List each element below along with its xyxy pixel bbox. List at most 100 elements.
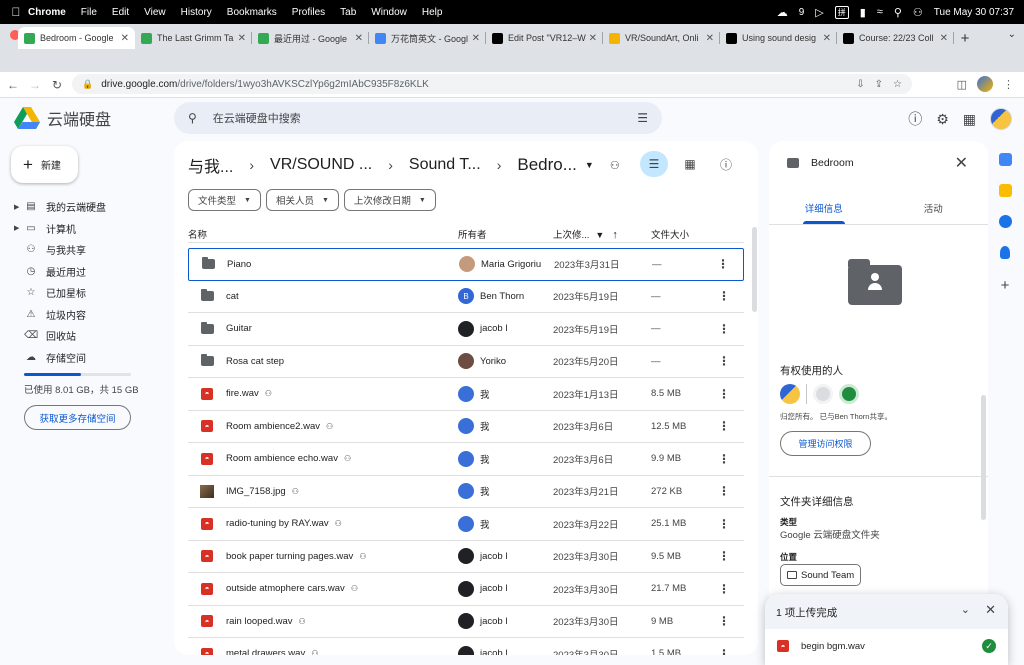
table-row[interactable]: cat B Ben Thorn 2023年5月19日 — ⋮ <box>188 281 744 313</box>
forward-icon[interactable]: → <box>26 78 44 92</box>
close-tab-icon[interactable]: ✕ <box>472 33 480 44</box>
table-row[interactable]: Guitar jacob l 2023年5月19日 — ⋮ <box>188 313 744 346</box>
account-avatar[interactable] <box>990 108 1012 130</box>
sidebar-item[interactable]: ⚠ 垃圾内容 <box>14 304 164 326</box>
menu-edit[interactable]: Edit <box>112 7 129 18</box>
search-bar[interactable]: ⚲ 在云端硬盘中搜索 ☰ <box>174 102 662 134</box>
browser-tab[interactable]: Using sound desig ✕ <box>720 27 837 49</box>
more-actions-icon[interactable]: ⋮ <box>718 647 730 655</box>
tab-activity[interactable]: 活动 <box>879 197 989 224</box>
keep-icon[interactable] <box>998 184 1012 197</box>
owner-avatar[interactable] <box>458 548 474 565</box>
more-actions-icon[interactable]: ⋮ <box>718 387 730 401</box>
cloud-icon[interactable]: ☁ <box>777 6 788 19</box>
owner-avatar[interactable] <box>458 320 474 337</box>
owner-avatar[interactable] <box>458 418 474 435</box>
menu-history[interactable]: History <box>181 7 212 18</box>
globe-icon[interactable] <box>839 384 859 404</box>
get-more-storage-button[interactable]: 获取更多存储空间 <box>24 405 131 430</box>
close-tab-icon[interactable]: ✕ <box>940 33 948 44</box>
apple-icon[interactable]:  <box>4 5 28 19</box>
breadcrumb-item[interactable]: Sound T... <box>409 156 481 174</box>
menu-tab[interactable]: Tab <box>340 7 356 18</box>
expand-arrow-icon[interactable]: ▶ <box>14 224 24 232</box>
browser-tab[interactable]: Edit Post "VR12–W ✕ <box>486 27 603 49</box>
more-actions-icon[interactable]: ⋮ <box>718 549 730 563</box>
share-icon[interactable]: ⇪ <box>875 79 883 90</box>
close-tab-icon[interactable]: ✕ <box>589 33 597 44</box>
more-actions-icon[interactable]: ⋮ <box>718 614 730 628</box>
calendar-icon[interactable] <box>998 153 1012 166</box>
more-actions-icon[interactable]: ⋮ <box>718 582 730 596</box>
table-row[interactable]: ◓ rain looped.wav ⚇ jacob l 2023年3月30日 9 MB ⋮ <box>188 606 744 638</box>
apps-grid-icon[interactable]: ▦ <box>963 111 976 128</box>
filter-people[interactable]: 相关人员 ▼ <box>265 189 339 211</box>
expand-arrow-icon[interactable]: ▶ <box>14 203 24 211</box>
sidebar-item[interactable]: ☁ 存储空间 <box>14 347 164 369</box>
sort-direction-icon[interactable]: ↑ <box>612 229 618 241</box>
filter-icon[interactable]: ☰ <box>640 151 668 177</box>
owner-avatar[interactable] <box>458 613 474 630</box>
owner-avatar[interactable] <box>458 385 474 402</box>
bookmark-star-icon[interactable]: ☆ <box>893 79 902 90</box>
manage-access-button[interactable]: 管理访问权限 <box>780 431 871 456</box>
sidebar-item[interactable]: ◷ 最近用过 <box>14 261 164 283</box>
column-size[interactable]: 文件大小 <box>651 227 721 241</box>
table-row[interactable]: ◓ fire.wav ⚇ 我 2023年1月13日 8.5 MB ⋮ <box>188 378 744 411</box>
sidebar-item[interactable]: ⚇ 与我共享 <box>14 239 164 261</box>
new-tab-button[interactable]: + <box>954 27 976 49</box>
table-row[interactable]: Piano Maria Grigoriu 2023年3月31日 — ⋮ <box>188 248 744 281</box>
more-actions-icon[interactable]: ⋮ <box>718 289 730 303</box>
notification-count[interactable]: 9 <box>799 7 805 18</box>
help-icon[interactable]: ⓘ <box>908 109 922 129</box>
new-button[interactable]: + 新建 <box>11 146 78 183</box>
play-icon[interactable]: ▷ <box>815 6 823 19</box>
owner-avatar[interactable] <box>780 384 800 404</box>
upload-item[interactable]: ◓ begin bgm.wav <box>777 640 865 652</box>
close-tab-icon[interactable]: ✕ <box>706 33 714 44</box>
close-tab-icon[interactable]: ✕ <box>823 33 831 44</box>
chrome-menu-icon[interactable]: ⋮ <box>1003 78 1014 91</box>
user-avatar-icon[interactable] <box>813 384 833 404</box>
sidebar-item[interactable]: ☆ 已加星标 <box>14 282 164 304</box>
browser-tab[interactable]: 万花筒英文 - Googl ✕ <box>369 27 486 49</box>
drive-logo[interactable]: 云端硬盘 <box>14 106 111 130</box>
datetime[interactable]: Tue May 30 07:37 <box>934 7 1014 18</box>
dropdown-arrow-icon[interactable]: ▼ <box>585 160 594 170</box>
breadcrumb-item[interactable]: VR/SOUND ... <box>270 156 372 174</box>
battery-icon[interactable]: ▮ <box>860 6 866 19</box>
browser-tab[interactable]: VR/SoundArt, Onli ✕ <box>603 27 720 49</box>
side-panel-icon[interactable]: ◫ <box>957 78 967 91</box>
tab-details[interactable]: 详细信息 <box>769 197 879 224</box>
lock-icon[interactable]: 🔒 <box>82 79 93 90</box>
table-row[interactable]: IMG_7158.jpg ⚇ 我 2023年3月21日 272 KB ⋮ <box>188 476 744 508</box>
column-modified[interactable]: 上次修... ▼ ↑ <box>553 227 651 241</box>
location-chip[interactable]: Sound Team <box>780 564 862 586</box>
info-icon[interactable]: ⓘ <box>712 151 740 177</box>
browser-tab[interactable]: Bedroom - Google ✕ <box>18 27 135 49</box>
menu-bookmarks[interactable]: Bookmarks <box>227 7 277 18</box>
column-owner[interactable]: 所有者 <box>458 227 553 241</box>
reload-icon[interactable]: ↻ <box>48 78 66 92</box>
control-center-icon[interactable]: ⚇ <box>913 6 923 19</box>
shared-people-icon[interactable]: ⚇ <box>610 159 620 172</box>
close-tab-icon[interactable]: ✕ <box>355 33 363 44</box>
table-row[interactable]: ◓ outside atmophere cars.wav ⚇ jacob l 2023年… <box>188 573 744 606</box>
search-icon[interactable]: ⚲ <box>894 6 902 19</box>
filter-file-type[interactable]: 文件类型 ▼ <box>188 189 261 211</box>
address-bar[interactable]: 🔒 drive.google.com/drive/folders/1wyo3hA… <box>72 74 912 94</box>
menu-view[interactable]: View <box>144 7 166 18</box>
table-row[interactable]: ◓ Room ambience2.wav ⚇ 我 2023年3月6日 12.5 MB ⋮ <box>188 411 744 443</box>
browser-tab[interactable]: Course: 22/23 Coll ✕ <box>837 27 954 49</box>
table-row[interactable]: ◓ radio-tuning by RAY.wav ⚇ 我 2023年3月22日 25.1… <box>188 508 744 541</box>
owner-avatar[interactable] <box>458 515 474 532</box>
sidebar-item[interactable]: ▶ ▭ 计算机 <box>14 218 164 240</box>
table-row[interactable]: ◓ metal drawers.wav ⚇ jacob l 2023年3月30日1.5 … <box>188 638 744 655</box>
browser-tab[interactable]: The Last Grimm Ta ✕ <box>135 27 252 49</box>
menu-help[interactable]: Help <box>422 7 443 18</box>
menu-window[interactable]: Window <box>371 7 407 18</box>
search-options-icon[interactable]: ☰ <box>637 111 648 125</box>
filter-modified[interactable]: 上次修改日期 ▼ <box>343 189 436 211</box>
more-actions-icon[interactable]: ⋮ <box>718 484 730 498</box>
search-input[interactable]: 在云端硬盘中搜索 <box>213 110 301 126</box>
